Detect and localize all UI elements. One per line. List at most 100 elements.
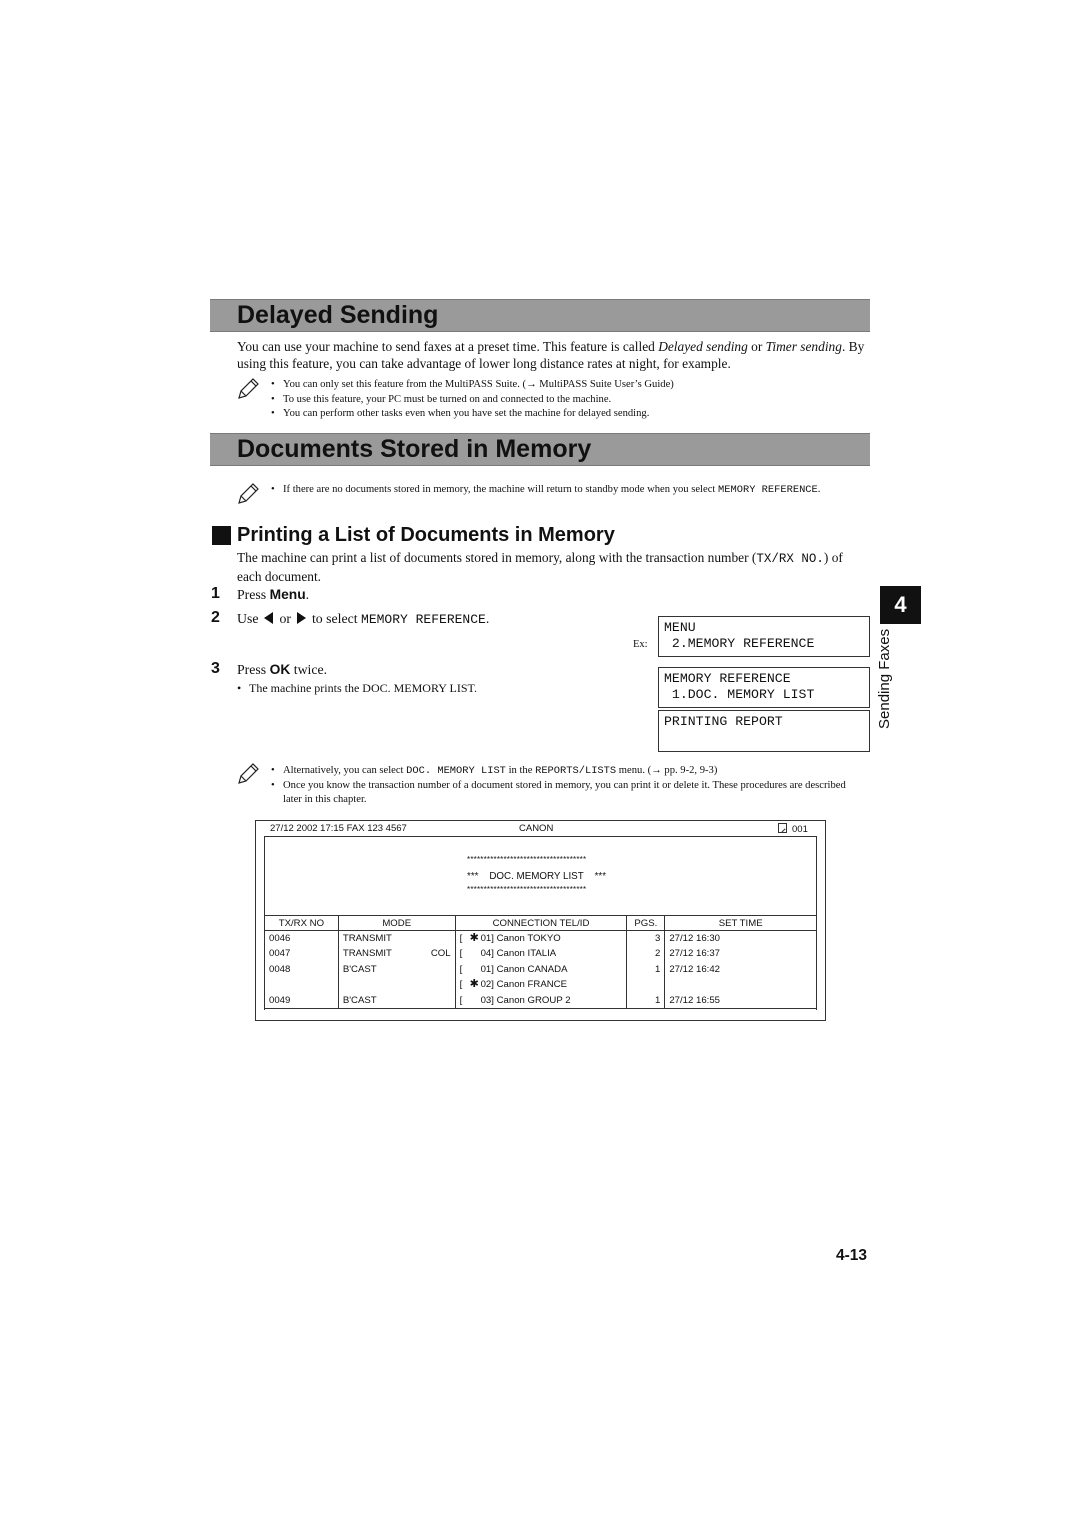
cell-connection: [✱ 01] Canon TOKYO [454, 930, 628, 946]
bracket: [ [459, 979, 463, 991]
note-item: Once you know the transaction number of … [271, 779, 846, 808]
doc-memory-table: TX/RX NO MODE CONNECTION TEL/ID PGS. SET… [264, 915, 817, 1009]
right-arrow-icon [296, 612, 306, 624]
cell-set-time [664, 977, 817, 993]
cell-mode: B'CAST [337, 961, 456, 977]
section-title: Delayed Sending [237, 301, 439, 329]
delayed-sending-notes: You can only set this feature from the M… [271, 378, 674, 422]
chapter-label: Sending Faxes [876, 628, 893, 729]
connection-text: 04] Canon ITALIA [480, 948, 557, 960]
cell-set-time: 27/12 16:42 [664, 961, 817, 977]
cell-txrx-no [264, 977, 339, 993]
pencil-note-icon [238, 483, 259, 504]
code-memory-reference: MEMORY REFERENCE [361, 612, 486, 627]
lcd-line: MEMORY REFERENCE [664, 671, 791, 686]
asterisk-mark-icon: ✱ [469, 932, 479, 944]
cell-set-time: 27/12 16:30 [664, 930, 817, 946]
code-txrx-no: TX/RX NO. [756, 552, 824, 566]
column-header: SET TIME [664, 915, 817, 931]
key-menu: Menu [269, 587, 306, 602]
lcd-line: MENU [664, 620, 696, 635]
text-run: Alternatively, you can select [283, 765, 407, 776]
text-run: to select [311, 611, 362, 626]
cell-connection: [✱ 02] Canon FRANCE [454, 977, 628, 993]
text-run: Use [237, 611, 259, 626]
doc-memory-list-notes: Alternatively, you can select DOC. MEMOR… [271, 764, 846, 808]
text-run: twice. [290, 662, 328, 677]
step-1: Press Menu. [237, 587, 309, 603]
cell-set-time: 27/12 16:55 [664, 992, 817, 1009]
cell-pages: 1 [626, 961, 666, 977]
table-header-row: TX/RX NO MODE CONNECTION TEL/ID PGS. SET… [264, 915, 817, 931]
page-count: 001 [792, 824, 808, 835]
column-header: MODE [337, 915, 456, 931]
lcd-screen-memory-reference: MEMORY REFERENCE 1.DOC. MEMORY LIST [658, 667, 870, 708]
pencil-note-icon [238, 378, 259, 399]
bracket: [ [459, 933, 463, 944]
cell-mode [337, 977, 456, 993]
connection-text: 02] Canon FRANCE [480, 979, 567, 991]
term-timer-sending: Timer sending [765, 339, 842, 354]
table-row: 0048 B'CAST [01] Canon CANADA 1 27/12 16:42 [264, 961, 817, 977]
bracket: [ [459, 948, 463, 960]
step-number: 1 [211, 585, 220, 602]
left-arrow-icon [264, 612, 274, 624]
text-run: in the [505, 765, 536, 776]
table-row: 0047 TRANSMIT COL[04] Canon ITALIA 2 27/12 1… [264, 946, 817, 962]
note-item: You can perform other tasks even when yo… [271, 407, 674, 422]
text-run: or [279, 611, 291, 626]
bracket: [ [459, 963, 463, 975]
cell-connection: [03] Canon GROUP 2 [454, 992, 628, 1009]
page-icon [778, 823, 787, 833]
example-label: Ex: [633, 639, 648, 650]
square-bullet-icon [212, 526, 231, 545]
column-header: TX/RX NO [264, 915, 339, 931]
step-2: Use or to select MEMORY REFERENCE. [237, 611, 489, 627]
code-doc-memory-list: DOC. MEMORY LIST [406, 765, 506, 777]
subsection-heading: Printing a List of Documents in Memory [212, 524, 615, 547]
mode-text: TRANSMIT [342, 933, 392, 944]
text-run: . [305, 587, 310, 602]
lcd-line: PRINTING REPORT [664, 714, 783, 729]
cell-pages [626, 977, 666, 993]
cell-pages: 3 [626, 930, 666, 946]
text-run: or [747, 339, 766, 354]
cell-txrx-no: 0046 [264, 930, 339, 946]
mode-text: TRANSMIT [342, 948, 392, 960]
stars-line: ************************************ [467, 885, 587, 894]
mode-text: B'CAST [342, 963, 377, 975]
cell-txrx-no: 0047 [264, 946, 339, 962]
column-header: PGS. [626, 915, 666, 931]
section-header-documents-in-memory: Documents Stored in Memory [210, 433, 870, 466]
doc-memory-list-report: 27/12 2002 17:15 FAX 123 4567 CANON 001 … [255, 820, 826, 1021]
code-memory-reference: MEMORY REFERENCE [718, 484, 818, 496]
cell-set-time: 27/12 16:37 [664, 946, 817, 962]
stars: *** [467, 871, 479, 882]
text-run: If there are no documents stored in memo… [283, 484, 719, 495]
text-run: Press [237, 587, 270, 602]
term-delayed-sending: Delayed sending [658, 339, 748, 354]
report-header-page: 001 [778, 823, 808, 835]
title: DOC. MEMORY LIST [489, 871, 584, 882]
cell-mode: TRANSMIT COL [337, 946, 456, 962]
lcd-screen-printing-report: PRINTING REPORT [658, 710, 870, 752]
report-title: *** DOC. MEMORY LIST *** [467, 871, 606, 882]
cell-txrx-no: 0048 [264, 961, 339, 977]
table-row: 0046 TRANSMIT [✱ 01] Canon TOKYO 3 27/12 16:3… [264, 930, 817, 946]
pencil-note-icon [238, 763, 259, 784]
cell-mode: B'CAST [337, 992, 456, 1009]
text-run: . [817, 484, 821, 495]
delayed-sending-intro: You can use your machine to send faxes a… [237, 338, 869, 372]
mode-text: B'CAST [342, 994, 377, 1006]
step-3-sub: The machine prints the DOC. MEMORY LIST. [237, 681, 477, 696]
text-run: . [485, 611, 490, 626]
cell-mode: TRANSMIT [337, 930, 456, 946]
code-reports-lists: REPORTS/LISTS [535, 765, 617, 777]
note-item: The machine prints the DOC. MEMORY LIST. [237, 681, 477, 696]
section-header-delayed-sending: Delayed Sending [210, 299, 870, 332]
connection-text: 01] Canon CANADA [480, 963, 568, 975]
note-item: Alternatively, you can select DOC. MEMOR… [271, 764, 846, 779]
connection-text: 03] Canon GROUP 2 [480, 994, 571, 1006]
section-title: Documents Stored in Memory [237, 435, 592, 463]
stars: *** [594, 871, 607, 882]
